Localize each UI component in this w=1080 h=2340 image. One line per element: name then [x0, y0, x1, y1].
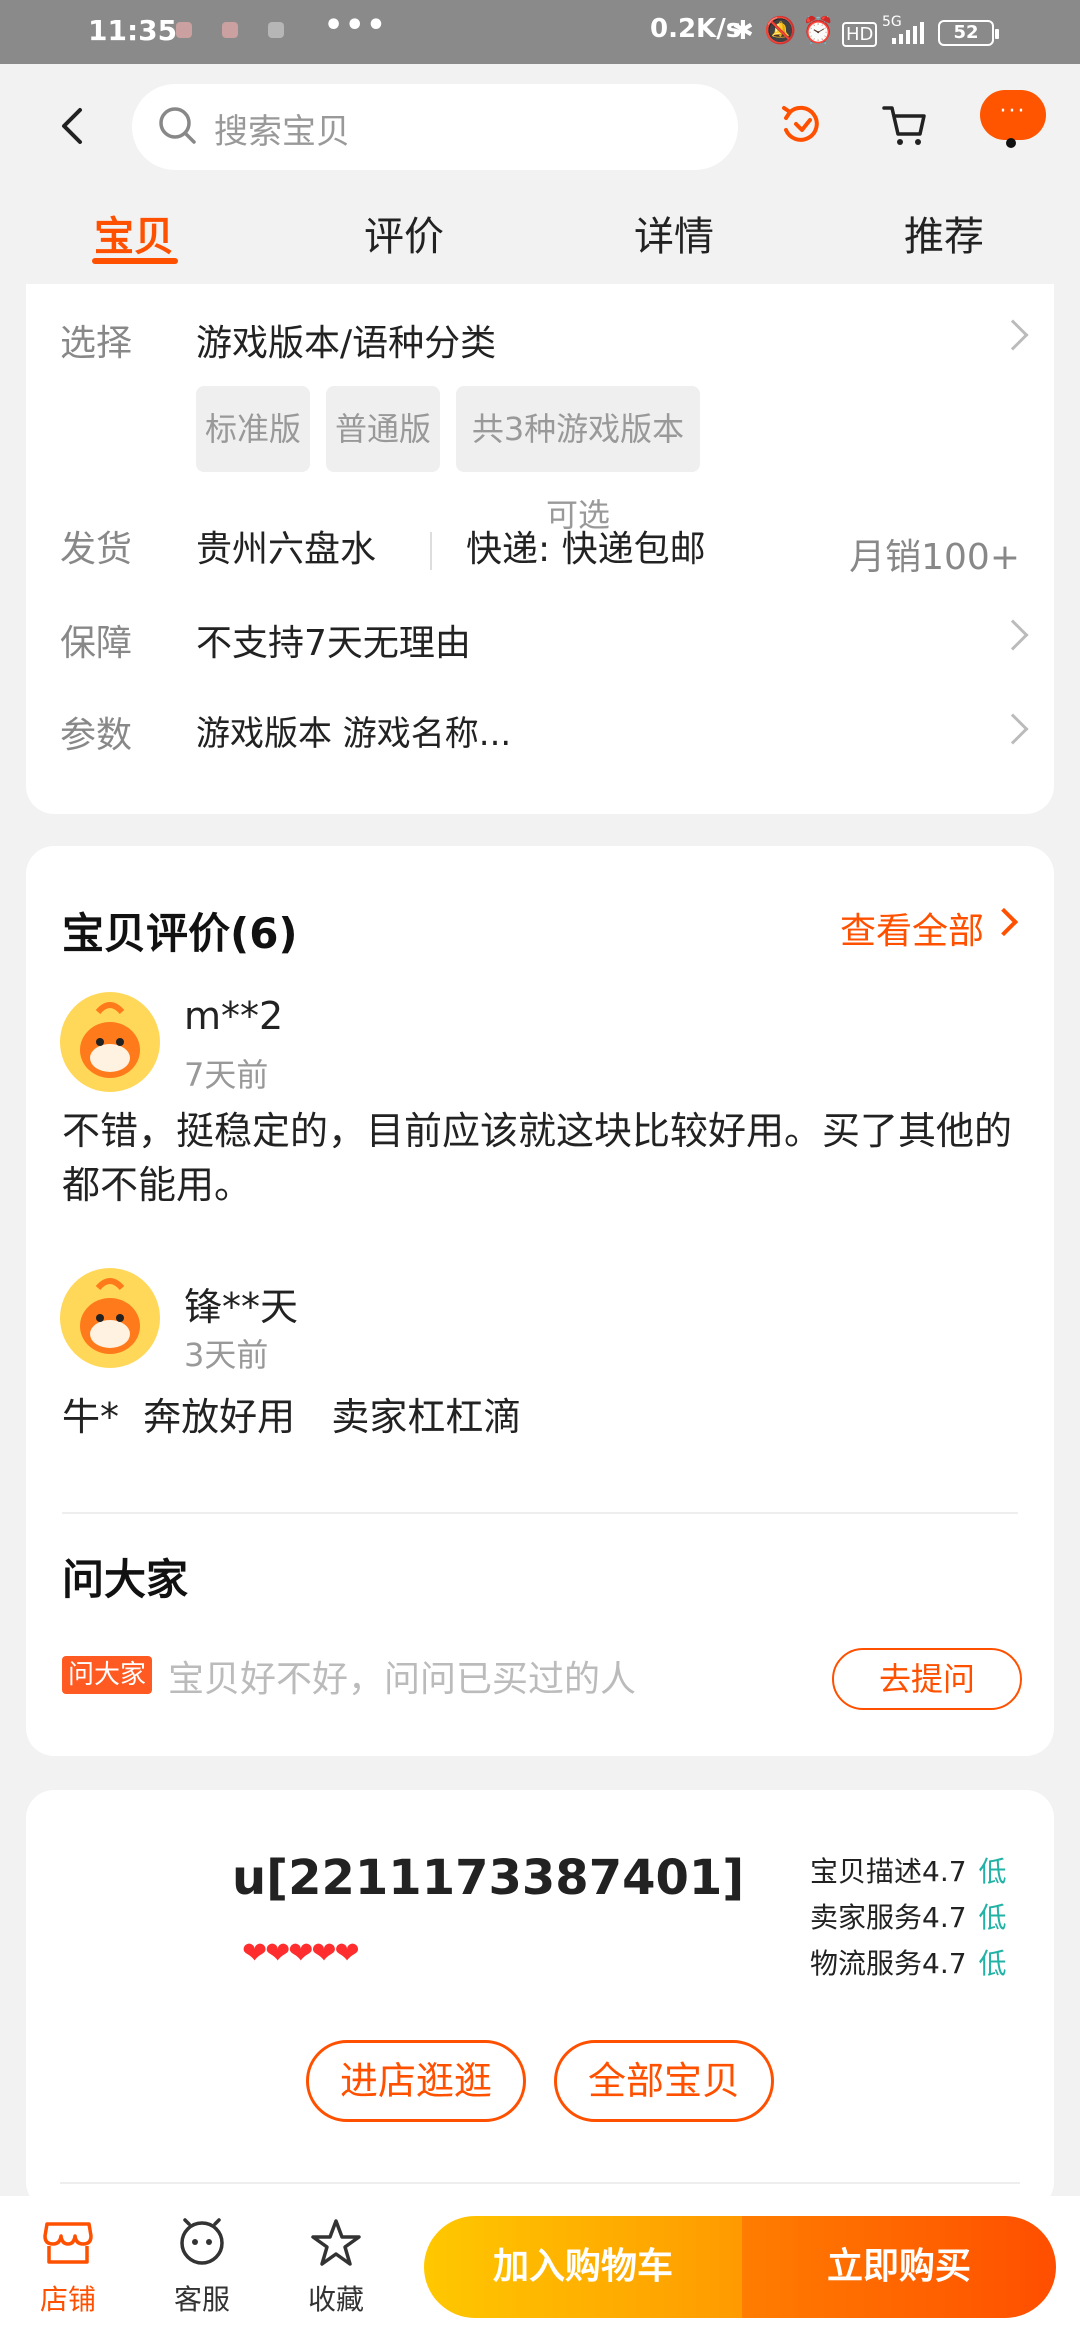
score-label: 宝贝描述: [810, 1855, 923, 1888]
score-level: 低: [978, 1947, 1007, 1980]
chevron-right-icon[interactable]: [997, 619, 1029, 651]
ship-method: 快递: 快递包邮: [466, 529, 706, 570]
more-notifications-icon: •••: [324, 8, 388, 43]
tab-details[interactable]: 详情: [634, 204, 714, 262]
enter-shop-button[interactable]: 进店逛逛: [306, 2040, 526, 2122]
ask-placeholder[interactable]: 宝贝好不好，问问已买过的人: [168, 1650, 636, 1702]
score-row: 物流服务4.7 低: [810, 1942, 1007, 1982]
review-date: 7天前: [184, 1056, 269, 1094]
params-label: 参数: [60, 715, 133, 756]
score-value: 4.7: [922, 1947, 967, 1980]
search-input[interactable]: 搜索宝贝: [132, 84, 738, 170]
chat-icon: [180, 2218, 224, 2265]
divider: [430, 532, 432, 570]
net-speed: 0.2K/s: [650, 14, 742, 44]
option-chip-more[interactable]: 共3种游戏版本可选: [456, 386, 700, 534]
back-icon[interactable]: [52, 104, 96, 148]
service-label: 客服: [173, 2283, 230, 2316]
hd-icon: HD: [842, 22, 878, 47]
params-value[interactable]: 游戏版本 游戏名称...: [196, 706, 511, 755]
select-label: 选择: [60, 323, 133, 364]
option-chip[interactable]: 普通版: [326, 386, 440, 472]
store-label: 店铺: [39, 2283, 96, 2316]
guarantee-label: 保障: [60, 623, 133, 664]
score-row: 卖家服务4.7 低: [810, 1896, 1007, 1936]
bluetooth-icon: ✱: [732, 16, 754, 46]
customer-service-button[interactable]: 客服: [152, 2218, 252, 2318]
battery-icon: 52: [938, 20, 999, 46]
chevron-right-icon[interactable]: [989, 907, 1019, 937]
view-all-link[interactable]: 查看全部: [840, 902, 984, 954]
status-time: 11:35: [88, 14, 178, 47]
mascot-icon: [80, 1278, 140, 1354]
signal-icon: [892, 22, 924, 44]
score-level: 低: [978, 1855, 1007, 1888]
avatar: [60, 992, 160, 1092]
review-username: 锋**天: [184, 1285, 299, 1329]
chevron-right-icon[interactable]: [997, 713, 1029, 745]
all-items-button[interactable]: 全部宝贝: [554, 2040, 774, 2122]
shop-card: u[2211173387401] ❤❤❤❤❤ 宝贝描述4.7 低 卖家服务4.7 低…: [26, 1790, 1054, 2210]
review-date: 3天前: [184, 1336, 269, 1374]
reviews-card: 宝贝评价(6) 查看全部 m**2 7天前 不错，挺稳定的，目前应该就这块比较好…: [26, 846, 1054, 1756]
ship-label: 发货: [60, 529, 133, 570]
alarm-icon: ⏰: [802, 16, 835, 46]
monthly-sales: 月销100+: [849, 537, 1020, 578]
status-bar: 11:35 ••• 0.2K/s ✱ 🔕 ⏰ HD 5G 52: [0, 0, 1080, 64]
spec-card: 选择 游戏版本/语种分类 标准版 普通版 共3种游戏版本可选 发货 贵州六盘水 …: [26, 284, 1054, 814]
ship-from: 贵州六盘水: [196, 529, 377, 570]
score-value: 4.7: [922, 1901, 967, 1934]
shop-rating-hearts: ❤❤❤❤❤: [242, 1936, 360, 1971]
tab-item[interactable]: 宝贝: [94, 204, 174, 262]
tab-recommend[interactable]: 推荐: [904, 204, 984, 262]
score-level: 低: [978, 1901, 1007, 1934]
notification-icon: [268, 22, 284, 38]
star-icon: [311, 2219, 361, 2266]
ask-badge: 问大家: [62, 1656, 153, 1694]
guarantee-value[interactable]: 不支持7天无理由: [196, 614, 471, 666]
unread-dot: [1006, 138, 1016, 148]
score-label: 卖家服务: [810, 1901, 923, 1934]
select-value[interactable]: 游戏版本/语种分类: [196, 314, 496, 366]
score-label: 物流服务: [810, 1947, 923, 1980]
review-text[interactable]: 不错，挺稳定的，目前应该就这块比较好用。买了其他的都不能用。: [62, 1104, 1022, 1212]
add-to-cart-button[interactable]: 加入购物车: [424, 2216, 742, 2318]
bottom-action-bar: 店铺 客服 收藏 加入购物车 立即购买: [0, 2196, 1080, 2340]
option-chip[interactable]: 标准版: [196, 386, 310, 472]
search-icon: [159, 107, 196, 144]
tab-reviews[interactable]: 评价: [364, 204, 444, 262]
score-value: 4.7: [922, 1855, 967, 1888]
favorite-button[interactable]: 收藏: [286, 2218, 386, 2318]
ask-question-button[interactable]: 去提问: [832, 1648, 1022, 1710]
score-row: 宝贝描述4.7 低: [810, 1850, 1007, 1890]
store-button[interactable]: 店铺: [18, 2218, 118, 2318]
avatar: [60, 1268, 160, 1368]
notification-icon: [222, 22, 238, 38]
share-icon[interactable]: [776, 100, 824, 148]
review-text[interactable]: 牛* 奔放好用 卖家杠杠滴: [62, 1390, 1022, 1444]
tab-active-indicator: [92, 258, 178, 264]
tab-bar: 宝贝 评价 详情 推荐: [0, 204, 1080, 284]
more-menu-button[interactable]: ···: [980, 90, 1046, 140]
mute-icon: 🔕: [764, 16, 797, 46]
reviews-title: 宝贝评价(6): [62, 909, 298, 958]
favorite-label: 收藏: [307, 2283, 364, 2316]
divider: [62, 1512, 1018, 1514]
mascot-icon: [80, 1002, 140, 1078]
shop-name[interactable]: u[2211173387401]: [232, 1850, 744, 1906]
buy-now-button[interactable]: 立即购买: [742, 2216, 1056, 2318]
chevron-right-icon[interactable]: [997, 319, 1029, 351]
notification-icon: [176, 22, 192, 38]
search-placeholder: 搜索宝贝: [214, 112, 350, 152]
cart-icon[interactable]: [880, 100, 930, 150]
divider: [60, 2182, 1020, 2184]
store-icon: [43, 2222, 93, 2264]
top-nav: 搜索宝贝 ··· 宝贝 评价 详情 推荐: [0, 64, 1080, 288]
ask-title: 问大家: [62, 1555, 189, 1604]
review-username: m**2: [184, 994, 284, 1038]
